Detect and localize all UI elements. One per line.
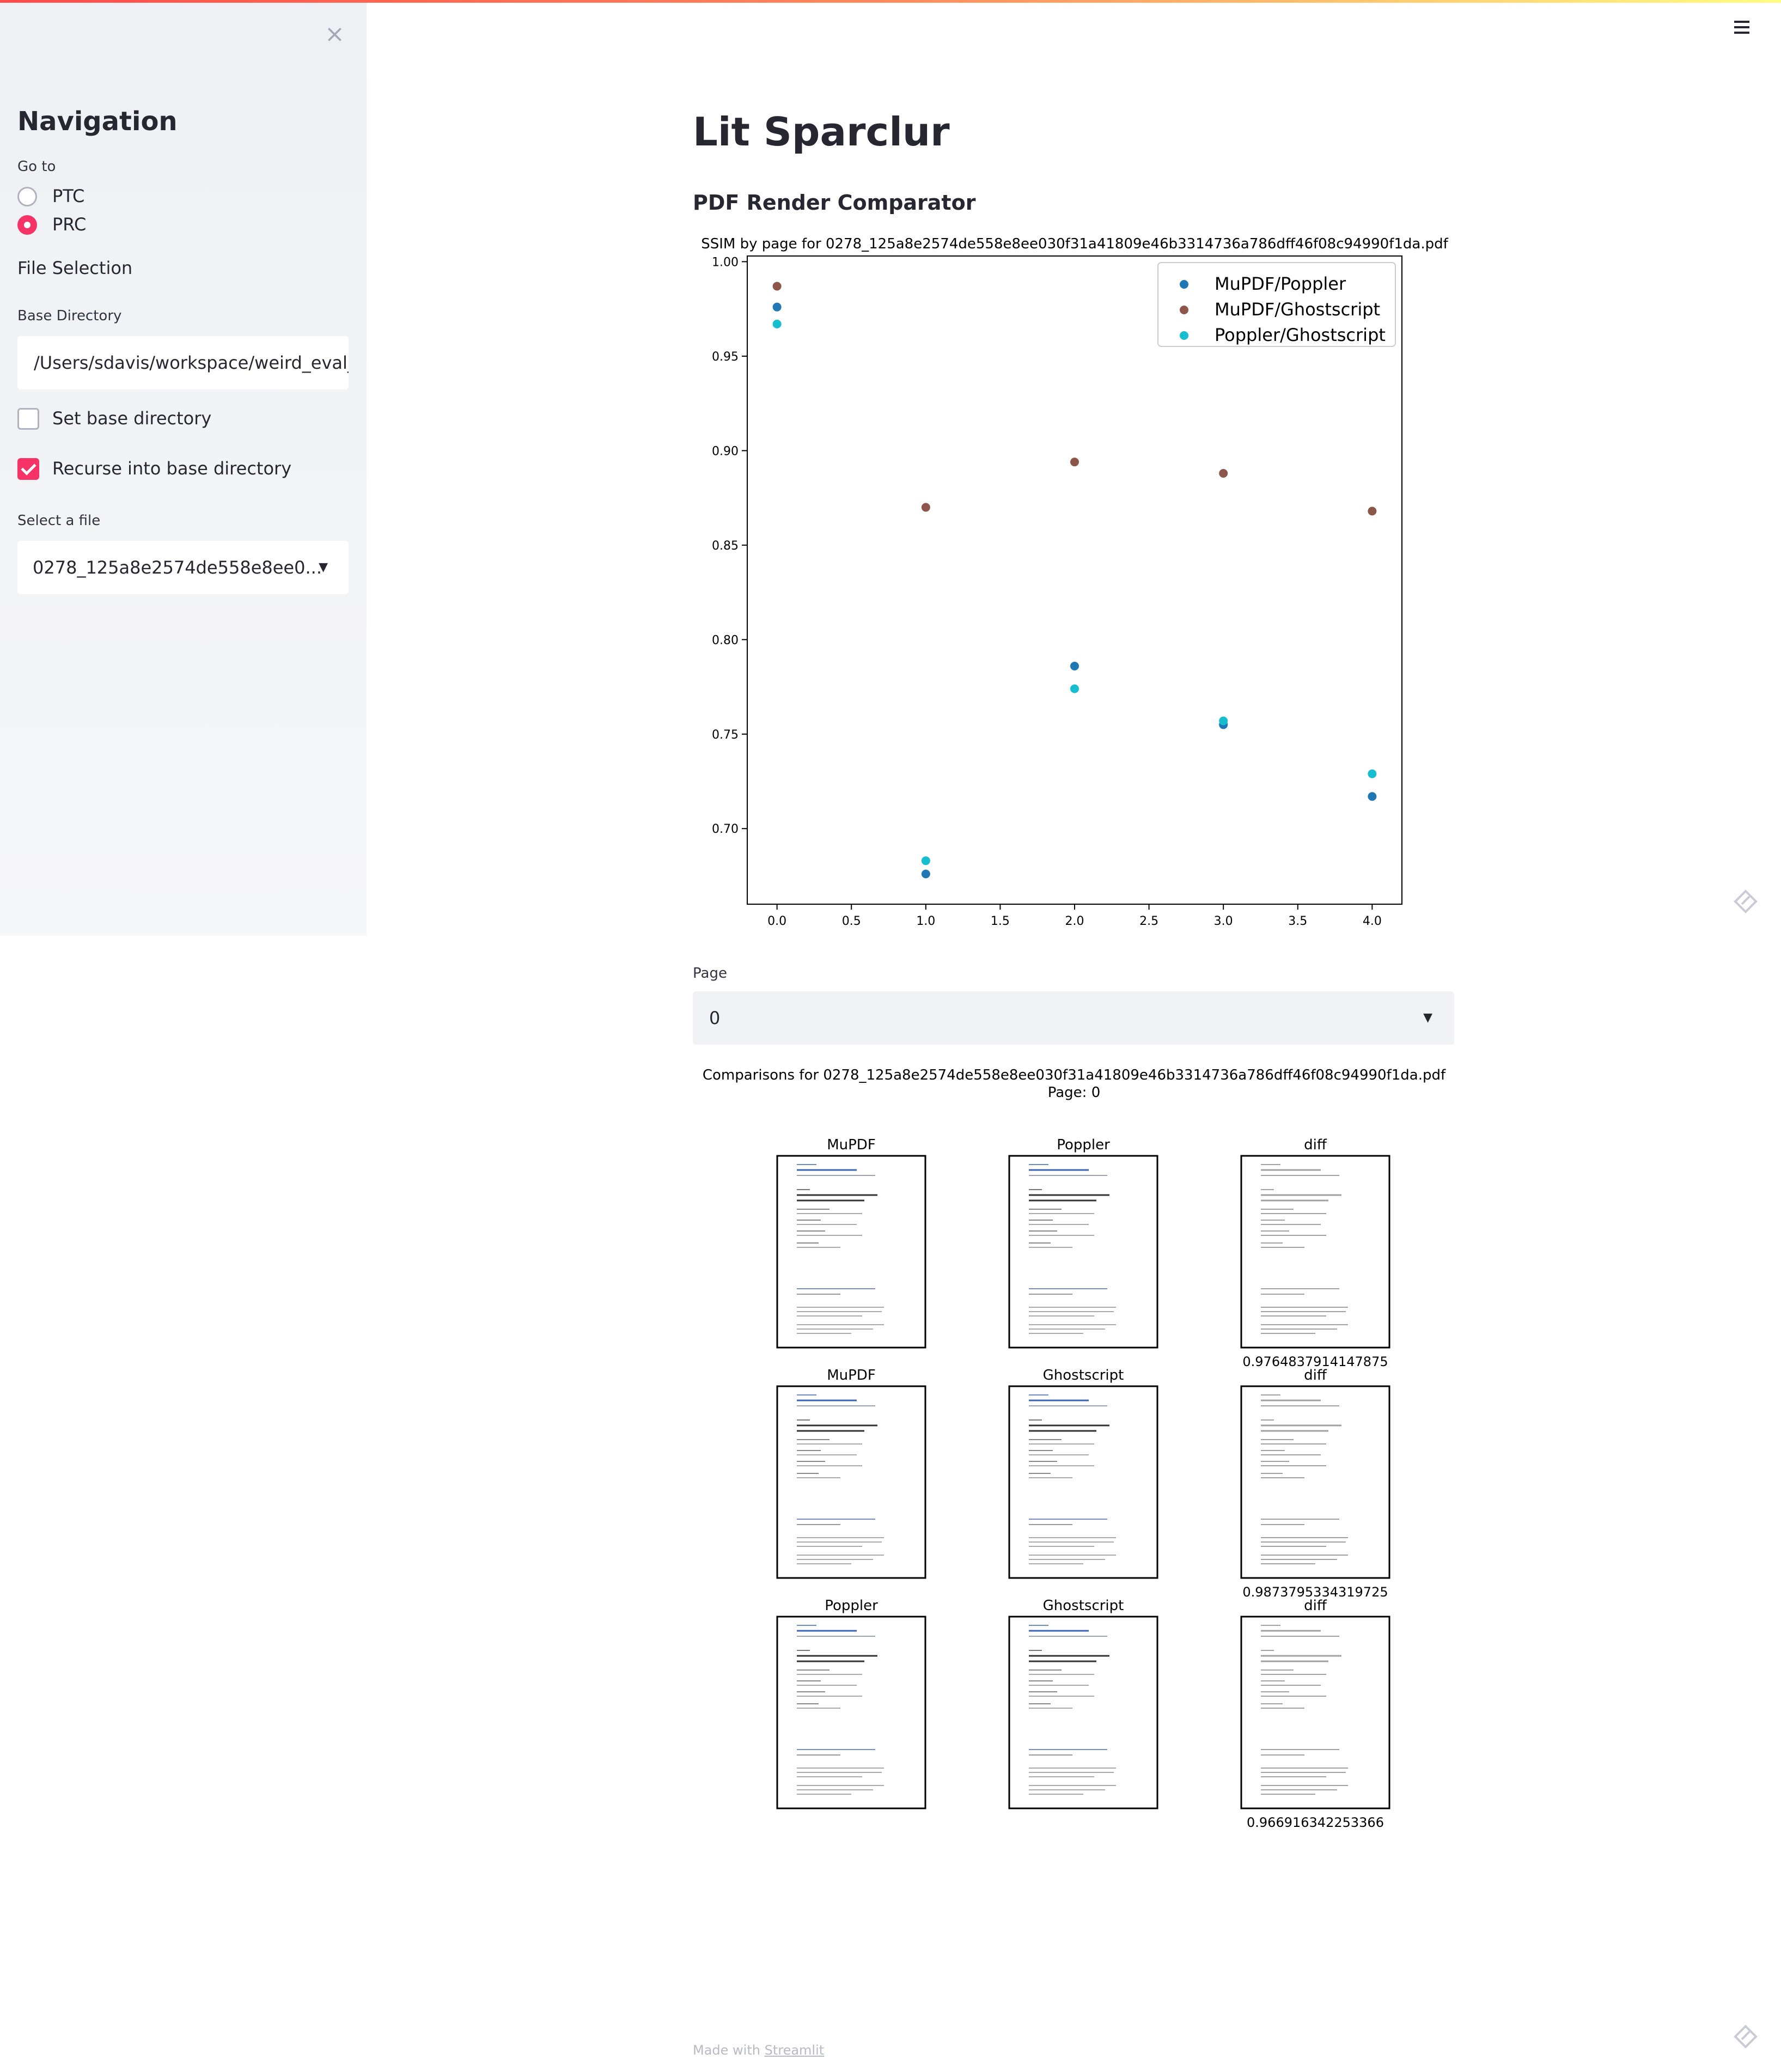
page-thumbnail [776,1616,926,1809]
page-thumbnail [776,1155,926,1349]
data-point-3 [1070,684,1079,693]
diff-thumbnail [1240,1155,1390,1349]
page-subheader: PDF Render Comparator [693,191,976,215]
x-tick-label: 2.5 [1139,915,1158,928]
footer: Made with Streamlit [693,2043,824,2058]
diff-thumbnail [1240,1385,1390,1579]
data-point-3 [1368,769,1377,778]
data-point-3 [1219,716,1228,726]
thumbnail-label: Poppler [1057,1137,1110,1153]
legend-marker [1180,280,1188,289]
legend-label: Poppler/Ghostscript [1215,325,1386,345]
set-base-directory-checkbox[interactable] [17,408,39,430]
base-directory-label: Base Directory [17,308,122,324]
thumbnail-label: Poppler [825,1598,878,1614]
y-tick-label: 0.70 [712,822,739,836]
y-tick-label: 0.90 [712,444,739,458]
data-point-1 [772,302,782,312]
y-tick-label: 0.85 [712,539,739,553]
select-file-value: 0278_125a8e2574de558e8ee0... [33,557,322,578]
close-icon[interactable]: × [325,22,345,46]
ssim-scatter-chart: SSIM by page for 0278_125a8e2574de558e8e… [701,236,1448,928]
thumbnail-label: MuPDF [827,1137,876,1153]
goto-label: Go to [17,159,56,175]
radio-prc[interactable] [17,215,37,235]
data-point-2 [1070,458,1079,467]
y-tick-label: 0.80 [712,633,739,647]
legend-marker [1180,331,1188,340]
data-point-1 [921,869,930,879]
radio-ptc-label[interactable]: PTC [52,186,84,206]
y-tick-label: 1.00 [712,255,739,269]
x-tick-label: 0.5 [842,915,861,928]
comparisons-title: Comparisons for 0278_125a8e2574de558e8ee… [703,1067,1446,1083]
comparisons-page: Page: 0 [1048,1084,1101,1101]
page-select-dropdown[interactable]: 0 ▼ [693,991,1454,1045]
page-select-label: Page [693,965,727,982]
legend-label: MuPDF/Ghostscript [1215,299,1380,320]
diff-thumbnail [1240,1616,1390,1809]
x-tick-label: 1.5 [991,915,1010,928]
data-point-3 [772,319,782,328]
select-file-label: Select a file [17,513,101,529]
chevron-down-icon: ▼ [1423,1011,1432,1025]
page-select-value: 0 [709,1008,721,1028]
ssim-score: 0.966916342253366 [1247,1815,1384,1830]
footer-text: Made with [693,2043,765,2058]
streamlit-diamond-icon[interactable] [1733,2024,1758,2049]
recurse-checkbox[interactable] [17,458,39,480]
y-tick-label: 0.75 [712,728,739,742]
x-tick-label: 1.0 [916,915,935,928]
legend-label: MuPDF/Poppler [1215,273,1346,294]
data-point-2 [921,503,930,512]
radio-ptc[interactable] [17,187,37,206]
x-tick-label: 2.0 [1065,915,1084,928]
page-thumbnail [1008,1616,1158,1809]
page-thumbnail [776,1385,926,1579]
data-point-1 [1368,792,1377,801]
plot-frame [747,255,1402,905]
x-tick-label: 0.0 [767,915,786,928]
recurse-label[interactable]: Recurse into base directory [52,458,291,479]
comparisons-figure: Comparisons for 0278_125a8e2574de558e8ee… [703,1067,1446,1830]
data-point-2 [772,282,782,291]
page-thumbnail [1008,1155,1158,1349]
file-selection-heading: File Selection [17,258,133,278]
thumbnail-label: MuPDF [827,1367,876,1384]
thumbnail-label: diff [1304,1598,1327,1614]
data-point-1 [1070,661,1079,671]
thumbnail-label: Ghostscript [1043,1598,1124,1614]
select-file-dropdown[interactable]: 0278_125a8e2574de558e8ee0... ▼ [17,541,349,594]
chevron-down-icon: ▼ [319,560,328,574]
x-tick-label: 3.5 [1288,915,1307,928]
thumbnail-label: Ghostscript [1043,1367,1124,1384]
x-tick-label: 3.0 [1214,915,1233,928]
page-title: Lit Sparclur [693,109,950,155]
radio-prc-label[interactable]: PRC [52,214,86,235]
data-point-2 [1368,507,1377,516]
streamlit-link[interactable]: Streamlit [765,2043,825,2058]
chart-title: SSIM by page for 0278_125a8e2574de558e8e… [701,236,1448,252]
page-thumbnail [1008,1385,1158,1579]
data-point-3 [921,856,930,866]
y-tick-label: 0.95 [712,350,739,364]
set-base-directory-label[interactable]: Set base directory [52,408,211,429]
sidebar: × Navigation Go to PTC PRC File Selectio… [0,3,367,936]
hamburger-icon[interactable] [1731,17,1753,37]
streamlit-diamond-icon[interactable] [1733,889,1758,914]
sidebar-title: Navigation [17,106,178,137]
base-directory-input[interactable]: /Users/sdavis/workspace/weird_eval_ [17,336,349,389]
thumbnail-label: diff [1304,1367,1327,1384]
data-point-2 [1219,468,1228,478]
legend-marker [1180,306,1188,314]
x-tick-label: 4.0 [1363,915,1382,928]
thumbnail-label: diff [1304,1137,1327,1153]
